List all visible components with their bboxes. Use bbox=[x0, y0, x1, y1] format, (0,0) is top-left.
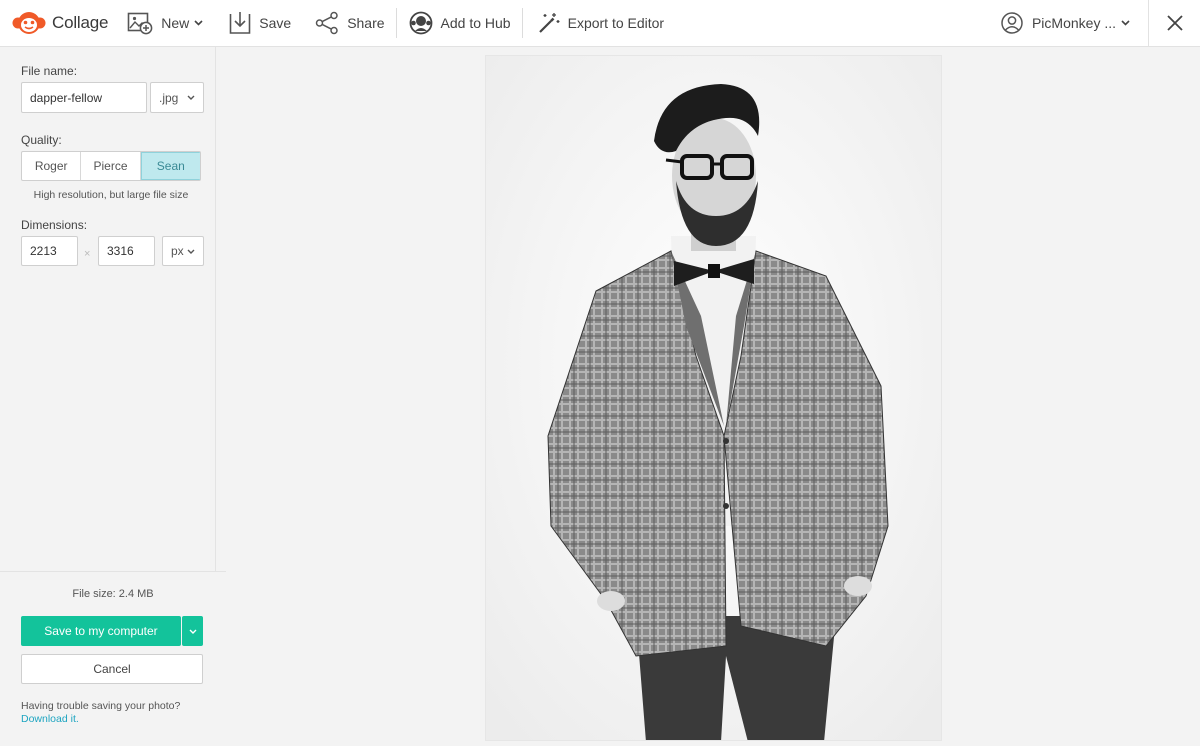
close-button[interactable] bbox=[1148, 0, 1200, 46]
unit-value: px bbox=[171, 244, 184, 258]
photo-image bbox=[486, 56, 941, 740]
share-button[interactable]: Share bbox=[304, 0, 395, 46]
save-settings-panel: File name: dapper-fellow .jpg Quality: R… bbox=[0, 47, 226, 746]
quality-option-roger[interactable]: Roger bbox=[22, 152, 82, 180]
save-options-dropdown[interactable] bbox=[182, 616, 203, 646]
file-size: File size: 2.4 MB bbox=[72, 588, 154, 600]
collage-photo[interactable] bbox=[485, 55, 942, 741]
app-title: Collage bbox=[52, 13, 109, 32]
trouble-message: Having trouble saving your photo? Downlo… bbox=[21, 700, 180, 726]
file-name-label: File name: bbox=[21, 64, 78, 78]
chevron-down-icon bbox=[187, 249, 195, 254]
quality-hint: High resolution, but large file size bbox=[33, 189, 189, 201]
export-to-editor-button[interactable]: Export to Editor bbox=[523, 0, 676, 46]
add-to-hub-button[interactable]: Add to Hub bbox=[397, 0, 522, 46]
new-image-icon bbox=[127, 12, 153, 35]
file-type-value: .jpg bbox=[159, 90, 179, 105]
top-toolbar: Collage New Save Share Add to Hub Export… bbox=[0, 0, 1200, 47]
hub-icon bbox=[409, 11, 432, 35]
magic-wand-icon bbox=[538, 13, 560, 33]
times-symbol: × bbox=[84, 248, 91, 260]
save-to-computer-button[interactable]: Save to my computer bbox=[21, 616, 181, 646]
file-name-input[interactable]: dapper-fellow bbox=[21, 82, 147, 113]
canvas-area bbox=[226, 47, 1200, 746]
app-brand[interactable]: Collage bbox=[0, 0, 108, 46]
save-options: File name: dapper-fellow .jpg Quality: R… bbox=[0, 47, 216, 571]
new-label: New bbox=[161, 15, 190, 31]
save-toolbar-button[interactable]: Save bbox=[218, 0, 302, 46]
quality-selector: Roger Pierce Sean bbox=[21, 151, 201, 181]
file-type-select[interactable]: .jpg bbox=[150, 82, 204, 113]
save-download-icon bbox=[229, 12, 251, 34]
width-input[interactable]: 2213 bbox=[21, 236, 78, 266]
cancel-button[interactable]: Cancel bbox=[21, 654, 203, 684]
chevron-down-icon bbox=[194, 20, 203, 26]
chevron-down-icon bbox=[187, 95, 195, 100]
unit-select[interactable]: px bbox=[162, 236, 204, 266]
add-to-hub-label: Add to Hub bbox=[440, 15, 511, 31]
quality-option-pierce[interactable]: Pierce bbox=[81, 152, 141, 180]
chevron-down-icon bbox=[1121, 20, 1130, 26]
user-avatar-icon bbox=[1001, 12, 1023, 34]
chevron-down-icon bbox=[189, 629, 196, 634]
close-icon bbox=[1166, 15, 1183, 31]
share-label: Share bbox=[347, 15, 385, 31]
monkey-logo-icon bbox=[12, 12, 46, 34]
download-link[interactable]: Download it. bbox=[21, 713, 180, 726]
trouble-text: Having trouble saving your photo? bbox=[21, 700, 181, 712]
quality-option-sean[interactable]: Sean bbox=[140, 152, 200, 180]
quality-label: Quality: bbox=[21, 133, 62, 147]
export-to-editor-label: Export to Editor bbox=[567, 15, 665, 31]
save-actions: File size: 2.4 MB Save to my computer Ca… bbox=[0, 571, 226, 746]
share-icon bbox=[315, 11, 338, 35]
height-input[interactable]: 3316 bbox=[98, 236, 155, 266]
dimensions-label: Dimensions: bbox=[21, 218, 88, 232]
new-button[interactable]: New bbox=[116, 0, 214, 46]
save-toolbar-label: Save bbox=[259, 15, 292, 31]
user-name: PicMonkey ... bbox=[1031, 15, 1116, 31]
user-menu[interactable]: PicMonkey ... bbox=[991, 0, 1148, 46]
